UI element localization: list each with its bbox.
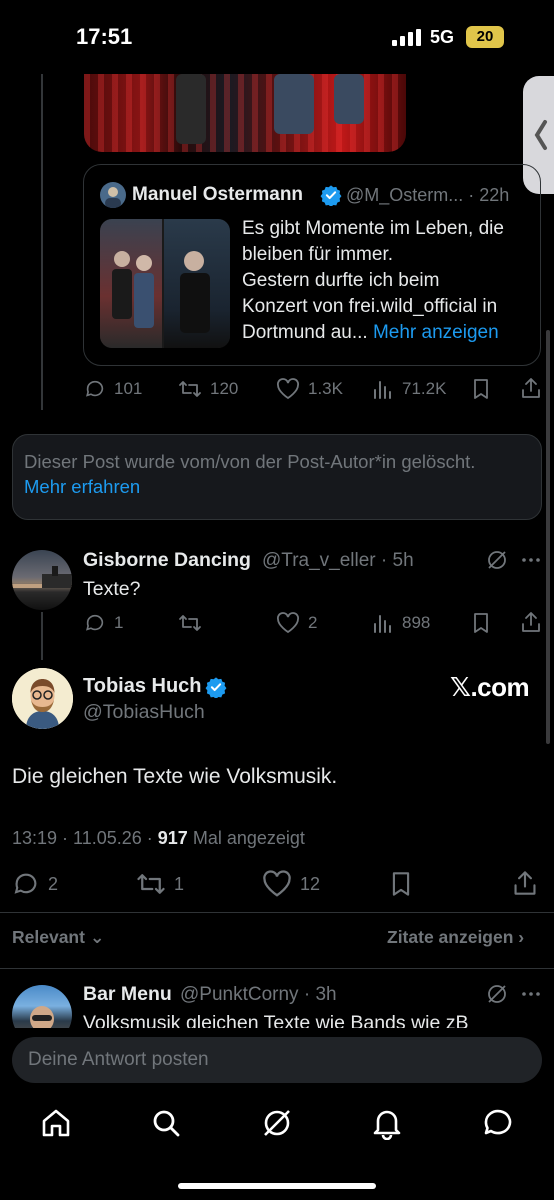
like-button[interactable]: 2: [276, 612, 317, 634]
views-icon: [374, 615, 391, 633]
avatar[interactable]: [12, 668, 73, 729]
share-icon: [514, 871, 536, 895]
divider: [0, 968, 554, 969]
bookmark-button[interactable]: [470, 612, 492, 634]
post-text: Texte?: [83, 578, 141, 600]
network-type: 5G: [430, 27, 455, 47]
quoted-post-text: Es gibt Momente im Leben, die bleiben fü…: [242, 218, 504, 343]
heart-icon: [263, 870, 291, 897]
avatar[interactable]: [100, 182, 126, 208]
nav-search-icon[interactable]: [149, 1106, 183, 1140]
repost-button[interactable]: [178, 612, 202, 634]
repost-button[interactable]: 120: [178, 378, 238, 400]
quoted-post-thumbnail[interactable]: [100, 219, 230, 348]
signal-icon: [392, 29, 422, 46]
post-media-image[interactable]: [84, 74, 406, 152]
bookmark-icon: [392, 872, 410, 896]
more-options-icon[interactable]: [520, 549, 542, 571]
share-button[interactable]: [520, 377, 542, 399]
thread-line: [41, 74, 43, 410]
status-bar: 17:51 5G 20: [0, 0, 554, 76]
grok-icon[interactable]: [486, 549, 508, 571]
avatar[interactable]: [12, 550, 72, 610]
deleted-post-text: Dieser Post wurde vom/von der Post-Autor…: [24, 451, 476, 472]
share-button[interactable]: [512, 869, 538, 897]
verified-badge-icon: [320, 184, 342, 206]
grok-icon[interactable]: [486, 983, 508, 1005]
show-more-link[interactable]: Mehr anzeigen: [373, 322, 499, 343]
author-handle: @Tra_v_eller · 5h: [262, 550, 414, 571]
repost-button[interactable]: 1: [136, 870, 184, 898]
reply-button[interactable]: 2: [12, 870, 58, 898]
like-button[interactable]: 12: [262, 870, 320, 898]
nav-home-icon[interactable]: [39, 1106, 73, 1140]
xcom-logo: 𝕏.com: [450, 672, 530, 702]
chevron-down-icon: ⌄: [89, 927, 105, 947]
share-icon: [522, 378, 540, 398]
verified-badge-icon: [205, 676, 227, 698]
repost-icon: [179, 381, 201, 397]
reply-icon: [86, 380, 104, 397]
nav-grok-icon[interactable]: [260, 1106, 294, 1140]
author-name[interactable]: Gisborne Dancing: [83, 549, 251, 572]
author-name[interactable]: Bar Menu: [83, 983, 172, 1006]
home-indicator[interactable]: [178, 1183, 376, 1189]
quoted-author-name[interactable]: Manuel Ostermann: [132, 184, 303, 206]
like-button[interactable]: 1.3K: [276, 378, 343, 400]
reply-button[interactable]: 1: [84, 612, 123, 634]
author-handle: @PunktCorny · 3h: [180, 984, 337, 1005]
view-quotes-link[interactable]: Zitate anzeigen ›: [387, 927, 524, 948]
reply-input[interactable]: [12, 1037, 542, 1083]
status-time: 17:51: [76, 24, 133, 49]
chevron-right-icon: ›: [518, 927, 525, 947]
battery-indicator: 20: [466, 26, 504, 48]
share-icon: [522, 612, 540, 632]
bookmark-icon: [474, 613, 488, 633]
repost-icon: [137, 874, 165, 894]
bookmark-button[interactable]: [388, 870, 414, 898]
author-handle: @TobiasHuch: [83, 701, 205, 723]
sort-dropdown[interactable]: Relevant ⌄: [12, 927, 105, 948]
views-button[interactable]: 71.2K: [372, 378, 446, 400]
learn-more-link[interactable]: Mehr erfahren: [24, 476, 140, 498]
nav-messages-icon[interactable]: [481, 1106, 515, 1140]
author-name[interactable]: Tobias Huch: [83, 675, 202, 698]
repost-icon: [179, 615, 201, 631]
thread-line: [41, 612, 43, 660]
heart-icon: [277, 378, 299, 400]
more-options-icon[interactable]: [520, 983, 542, 1005]
reply-icon: [86, 614, 104, 631]
divider: [0, 912, 554, 913]
reply-icon: [14, 873, 37, 894]
quoted-author-handle: @M_Osterm... · 22h: [346, 185, 510, 205]
views-button[interactable]: 898: [372, 612, 430, 634]
post-text: Die gleichen Texte wie Volksmusik.: [12, 765, 338, 788]
nav-notifications-icon[interactable]: [370, 1106, 404, 1140]
views-icon: [374, 381, 391, 399]
scrollbar[interactable]: [546, 330, 550, 744]
share-button[interactable]: [520, 611, 542, 633]
reply-button[interactable]: 101: [84, 378, 142, 400]
heart-icon: [277, 612, 299, 634]
post-meta: 13:19 · 11.05.26 · 917 Mal angezeigt: [12, 828, 305, 848]
bookmark-icon: [474, 379, 488, 399]
bookmark-button[interactable]: [470, 378, 492, 400]
